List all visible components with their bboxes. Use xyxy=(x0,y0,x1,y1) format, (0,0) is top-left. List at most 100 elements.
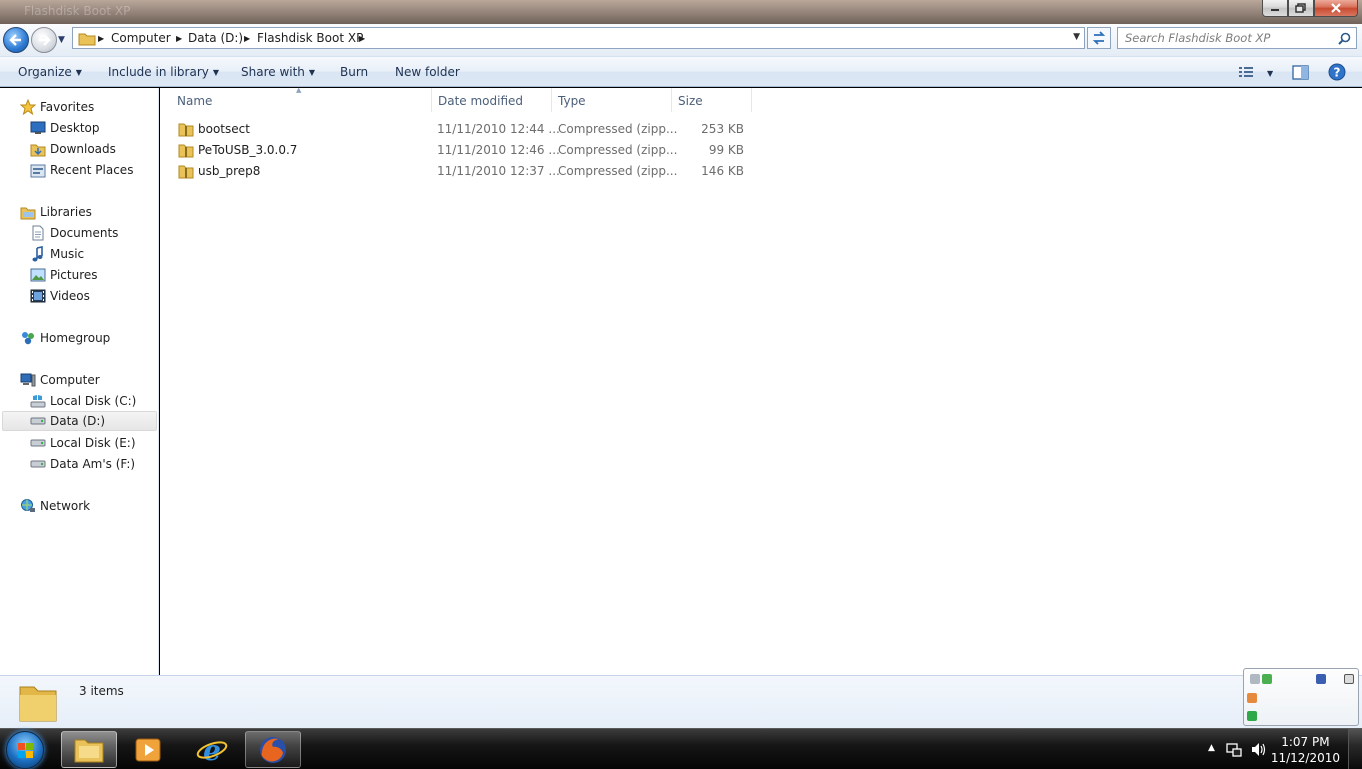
column-divider[interactable] xyxy=(751,88,752,112)
system-drive-icon xyxy=(30,393,46,409)
volume-icon[interactable] xyxy=(1250,742,1266,760)
tray-app-icon[interactable] xyxy=(1247,693,1257,703)
folder-icon xyxy=(78,31,96,49)
new-folder-button[interactable]: New folder xyxy=(395,65,460,79)
details-view-icon xyxy=(1239,67,1253,77)
column-type[interactable]: Type xyxy=(558,94,586,108)
pictures-icon xyxy=(30,267,46,283)
nav-downloads-label: Downloads xyxy=(50,142,116,156)
breadcrumb-arrow[interactable]: ▶ xyxy=(176,34,182,43)
tray-app-icon[interactable] xyxy=(1316,674,1326,684)
nav-documents[interactable]: Documents xyxy=(30,223,118,243)
refresh-button[interactable] xyxy=(1087,27,1111,49)
breadcrumb-root-arrow[interactable]: ▶ xyxy=(98,34,104,43)
recent-pages-dropdown[interactable]: ▼ xyxy=(58,35,65,45)
nav-data-d[interactable]: Data (D:) xyxy=(2,411,157,431)
file-size: 99 KB xyxy=(708,143,744,157)
nav-favorites[interactable]: Favorites xyxy=(20,97,94,117)
back-button[interactable] xyxy=(3,27,29,53)
view-dropdown[interactable]: ▼ xyxy=(1263,66,1273,80)
command-bar: Organize ▼ Include in library ▼ Share with… xyxy=(0,56,1362,87)
nav-recent-places[interactable]: Recent Places xyxy=(30,160,133,180)
taskbar-internet-explorer[interactable]: e xyxy=(184,731,240,768)
computer-icon xyxy=(20,372,36,388)
tray-app-icon[interactable] xyxy=(1250,674,1260,684)
table-row[interactable]: bootsect 11/11/2010 12:44 ... Compressed… xyxy=(174,119,754,140)
search-input[interactable] xyxy=(1125,28,1335,48)
table-row[interactable]: usb_prep8 11/11/2010 12:37 ... Compresse… xyxy=(174,161,754,182)
tray-app-icon[interactable] xyxy=(1247,711,1257,721)
nav-music[interactable]: Music xyxy=(30,244,84,264)
maximize-button[interactable] xyxy=(1288,0,1314,17)
help-button[interactable]: ? xyxy=(1328,63,1346,84)
file-name: bootsect xyxy=(198,122,250,136)
nav-data-am-f[interactable]: Data Am's (F:) xyxy=(30,454,135,474)
svg-text:e: e xyxy=(203,735,221,765)
nav-local-disk-c[interactable]: Local Disk (C:) xyxy=(30,391,136,411)
music-note-icon xyxy=(30,246,46,262)
address-history-dropdown[interactable]: ▼ xyxy=(1073,32,1080,42)
nav-libraries[interactable]: Libraries xyxy=(20,202,92,222)
address-bar[interactable]: ▶ Computer ▶ Data (D:) ▶ Flashdisk Boot … xyxy=(72,27,1085,49)
taskbar-media-player[interactable] xyxy=(120,731,176,768)
burn-button[interactable]: Burn xyxy=(340,65,368,79)
column-size[interactable]: Size xyxy=(678,94,703,108)
system-tray: ▲ 1:07 PM 11/12/2010 xyxy=(1202,729,1362,769)
chevron-down-icon: ▼ xyxy=(308,68,316,77)
preview-pane-button[interactable] xyxy=(1292,65,1309,83)
share-with-button[interactable]: Share with ▼ xyxy=(241,65,315,79)
breadcrumb-arrow[interactable]: ▶ xyxy=(359,34,365,43)
network-status-icon[interactable] xyxy=(1226,742,1242,760)
table-row[interactable]: PeToUSB_3.0.0.7 11/11/2010 12:46 ... Com… xyxy=(174,140,754,161)
window-controls xyxy=(1262,0,1358,17)
column-divider[interactable] xyxy=(671,88,672,112)
column-date-modified[interactable]: Date modified xyxy=(438,94,523,108)
show-hidden-icons-button[interactable]: ▲ xyxy=(1208,743,1215,753)
start-button[interactable] xyxy=(6,731,44,769)
nav-local-disk-e[interactable]: Local Disk (E:) xyxy=(30,433,136,453)
desktop-icon xyxy=(30,120,46,136)
breadcrumb-data-d[interactable]: Data (D:) xyxy=(188,31,243,45)
organize-button[interactable]: Organize ▼ xyxy=(18,65,82,79)
nav-pictures[interactable]: Pictures xyxy=(30,265,98,285)
close-button[interactable] xyxy=(1314,0,1358,17)
chevron-down-icon: ▼ xyxy=(212,68,220,77)
view-options-button[interactable] xyxy=(1238,65,1254,81)
zip-folder-icon xyxy=(178,121,194,140)
refresh-icon xyxy=(1092,31,1106,45)
file-date: 11/11/2010 12:44 ... xyxy=(437,122,560,136)
breadcrumb-current-folder[interactable]: Flashdisk Boot XP xyxy=(257,31,363,45)
taskbar-explorer[interactable] xyxy=(61,731,117,768)
nav-network[interactable]: Network xyxy=(20,496,90,516)
search-icon[interactable] xyxy=(1338,32,1351,48)
breadcrumb-arrow[interactable]: ▶ xyxy=(244,34,250,43)
drive-icon xyxy=(30,456,46,472)
organize-label: Organize xyxy=(18,65,72,79)
help-icon: ? xyxy=(1328,63,1346,81)
tray-app-icon[interactable] xyxy=(1262,674,1272,684)
search-box[interactable] xyxy=(1117,27,1357,49)
navigation-pane: Favorites Desktop Downloads Recent Place… xyxy=(0,88,159,675)
include-in-library-button[interactable]: Include in library ▼ xyxy=(108,65,219,79)
nav-desktop[interactable]: Desktop xyxy=(30,118,100,138)
forward-button[interactable] xyxy=(31,27,57,53)
column-divider[interactable] xyxy=(431,88,432,112)
clock[interactable]: 1:07 PM 11/12/2010 xyxy=(1271,734,1340,766)
file-date: 11/11/2010 12:46 ... xyxy=(437,143,560,157)
notification-overflow-popup xyxy=(1243,668,1359,726)
arrow-left-icon xyxy=(9,34,21,46)
nav-libraries-label: Libraries xyxy=(40,205,92,219)
minimize-button[interactable] xyxy=(1262,0,1288,17)
breadcrumb-computer[interactable]: Computer xyxy=(111,31,171,45)
file-list: Name ▲ Date modified Type Size bootsect … xyxy=(160,86,1362,675)
nav-downloads[interactable]: Downloads xyxy=(30,139,116,159)
nav-videos[interactable]: Videos xyxy=(30,286,90,306)
show-desktop-button[interactable] xyxy=(1348,729,1362,769)
chevron-down-icon: ▼ xyxy=(75,68,82,77)
column-divider[interactable] xyxy=(551,88,552,112)
nav-homegroup[interactable]: Homegroup xyxy=(20,328,110,348)
taskbar-firefox[interactable] xyxy=(245,731,301,768)
nav-computer[interactable]: Computer xyxy=(20,370,100,390)
tray-app-icon[interactable] xyxy=(1344,674,1354,684)
column-name[interactable]: Name xyxy=(177,94,212,108)
